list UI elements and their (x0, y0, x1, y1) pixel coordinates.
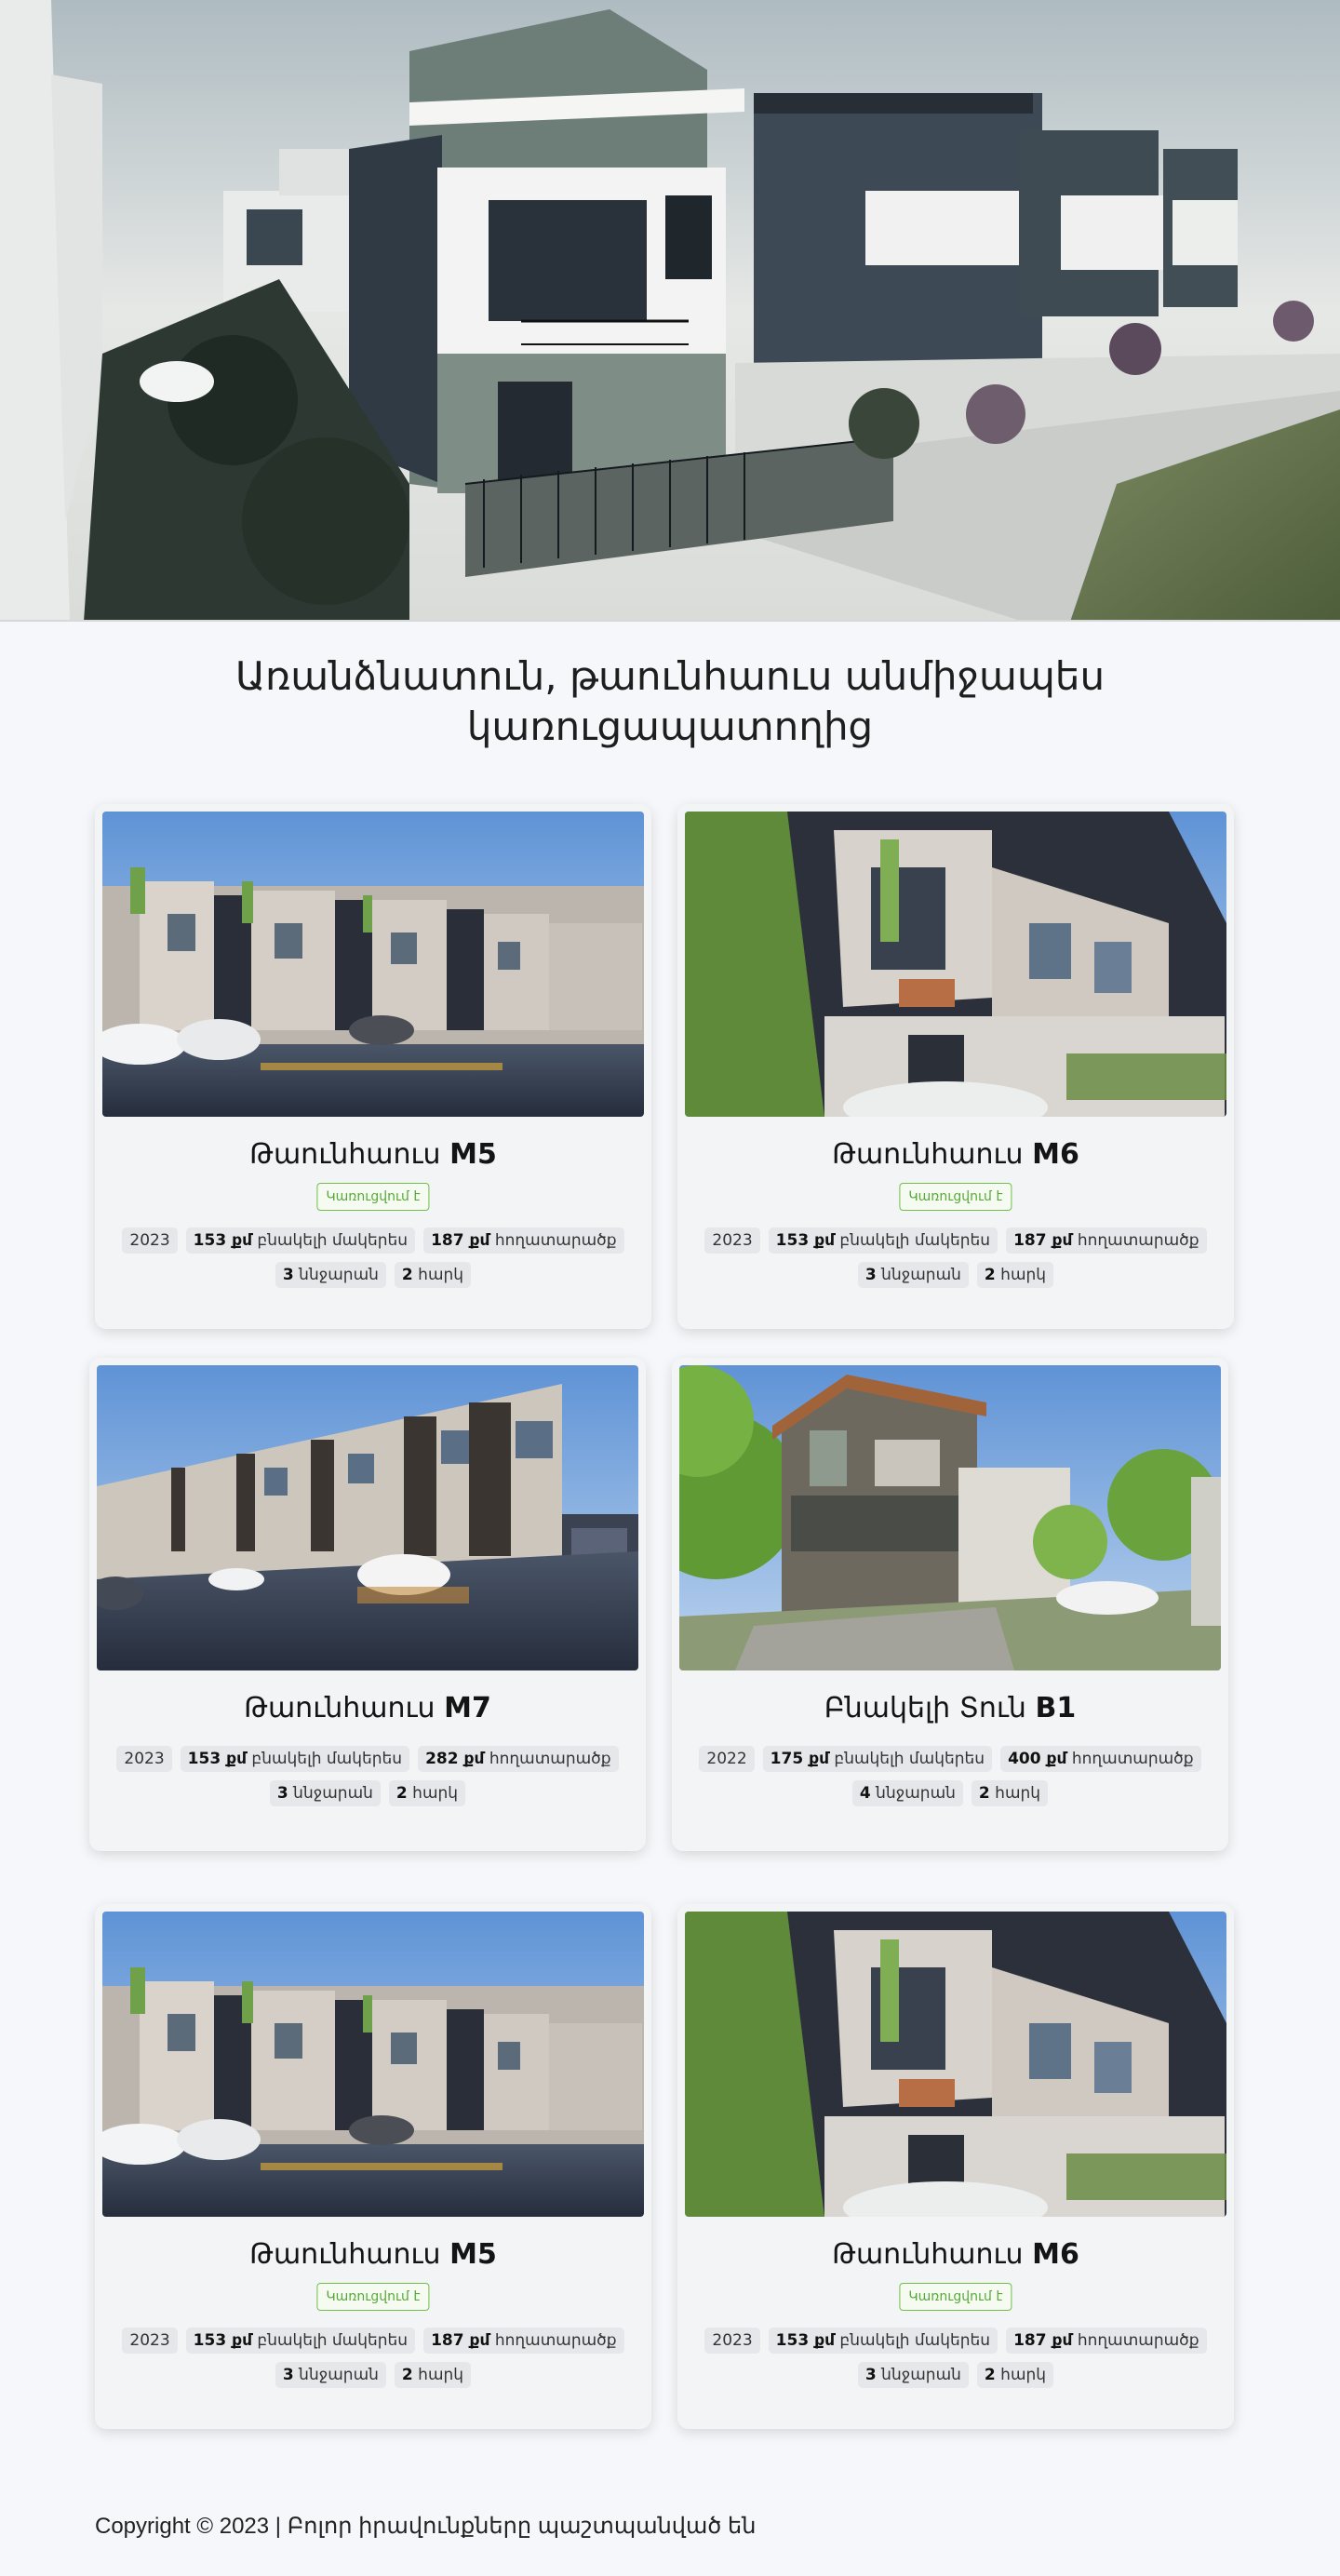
living-area-pill: 153 քմ բնակելի մակերես (185, 2328, 416, 2354)
property-photo[interactable] (685, 1912, 1226, 2217)
property-card[interactable]: Թաունհաուս M5 Կառուցվում է 2023 153 քմ բ… (95, 804, 651, 1329)
year-pill: 2023 (116, 1746, 172, 1772)
status-badge: Կառուցվում է (316, 2283, 430, 2311)
bedrooms-pill: 3 ննջարան (275, 1262, 386, 1288)
year-pill: 2023 (704, 1228, 760, 1254)
bedrooms-pill: 3 ննջարան (269, 1780, 381, 1806)
year-pill: 2023 (122, 1228, 178, 1254)
property-specs: 2023 153 քմ բնակելի մակերես 187 քմ հողատ… (696, 1228, 1215, 1296)
property-card[interactable]: Թաունհաուս M6 Կառուցվում է 2023 153 քմ բ… (677, 1904, 1234, 2429)
property-specs: 2023 153 քմ բնակելի մակերես 187 քմ հողատ… (114, 2328, 633, 2396)
property-title: Թաունհաուս M7 (244, 1692, 491, 1724)
floors-pill: 2 հարկ (388, 1780, 466, 1806)
land-area-pill: 187 քմ հողատարածք (423, 1228, 624, 1254)
property-photo[interactable] (685, 812, 1226, 1117)
page: Առանձնատուն, թաունհաուս անմիջապես կառուց… (0, 0, 1340, 2576)
property-card[interactable]: Թաունհաուս M6 Կառուցվում է 2023 153 քմ բ… (677, 804, 1234, 1329)
property-photo[interactable] (679, 1365, 1221, 1670)
land-area-pill: 282 քմ հողատարածք (418, 1746, 619, 1772)
property-title: Թաունհաուս M5 (249, 1138, 497, 1171)
property-title: Թաունհաուս M6 (832, 2238, 1079, 2271)
property-photo[interactable] (102, 1912, 644, 2217)
living-area-pill: 153 քմ բնակելի մակերես (768, 1228, 998, 1254)
land-area-pill: 187 քմ հողատարածք (423, 2328, 624, 2354)
floors-pill: 2 հարկ (971, 1780, 1049, 1806)
land-area-pill: 400 քմ հողատարածք (1000, 1746, 1201, 1772)
floors-pill: 2 հարկ (976, 2362, 1054, 2388)
living-area-pill: 153 քմ բնակելի մակերես (180, 1746, 410, 1772)
hero-image (0, 0, 1340, 622)
property-title: Թաունհաուս M6 (832, 1138, 1079, 1171)
property-specs: 2022 175 քմ բնակելի մակերես 400 քմ հողատ… (690, 1746, 1210, 1815)
property-card[interactable]: Թաունհաուս M5 Կառուցվում է 2023 153 քմ բ… (95, 1904, 651, 2429)
property-photo[interactable] (97, 1365, 638, 1670)
property-specs: 2023 153 քմ բնակելի մակերես 187 քմ հողատ… (114, 1228, 633, 1296)
status-badge: Կառուցվում է (899, 2283, 1012, 2311)
bedrooms-pill: 3 ննջարան (857, 1262, 969, 1288)
bedrooms-pill: 4 ննջարան (851, 1780, 963, 1806)
bedrooms-pill: 3 ննջարան (275, 2362, 386, 2388)
floors-pill: 2 հարկ (394, 1262, 472, 1288)
living-area-pill: 175 քմ բնակելի մակերես (762, 1746, 993, 1772)
land-area-pill: 187 քմ հողատարածք (1006, 1228, 1207, 1254)
property-title: Բնակելի Տուն B1 (824, 1692, 1077, 1724)
property-specs: 2023 153 քմ բնակելի մակերես 282 քմ հողատ… (108, 1746, 627, 1815)
floors-pill: 2 հարկ (976, 1262, 1054, 1288)
living-area-pill: 153 քմ բնակելի մակերես (768, 2328, 998, 2354)
status-badge: Կառուցվում է (316, 1183, 430, 1211)
property-card[interactable]: Թաունհաուս M7 2023 153 քմ բնակելի մակերե… (89, 1358, 646, 1851)
property-title: Թաունհաուս M5 (249, 2238, 497, 2271)
page-title: Առանձնատուն, թաունհաուս անմիջապես կառուց… (234, 653, 1106, 749)
floors-pill: 2 հարկ (394, 2362, 472, 2388)
bedrooms-pill: 3 ննջարան (857, 2362, 969, 2388)
year-pill: 2022 (699, 1746, 755, 1772)
land-area-pill: 187 քմ հողատարածք (1006, 2328, 1207, 2354)
status-badge: Կառուցվում է (899, 1183, 1012, 1211)
property-specs: 2023 153 քմ բնակելի մակերես 187 քմ հողատ… (696, 2328, 1215, 2396)
property-photo[interactable] (102, 812, 644, 1117)
living-area-pill: 153 քմ բնակելի մակերես (185, 1228, 416, 1254)
property-card[interactable]: Բնակելի Տուն B1 2022 175 քմ բնակելի մակե… (672, 1358, 1228, 1851)
year-pill: 2023 (704, 2328, 760, 2354)
footer-copyright: Copyright © 2023 | Բոլոր իրավունքները պա… (95, 2514, 757, 2539)
year-pill: 2023 (122, 2328, 178, 2354)
